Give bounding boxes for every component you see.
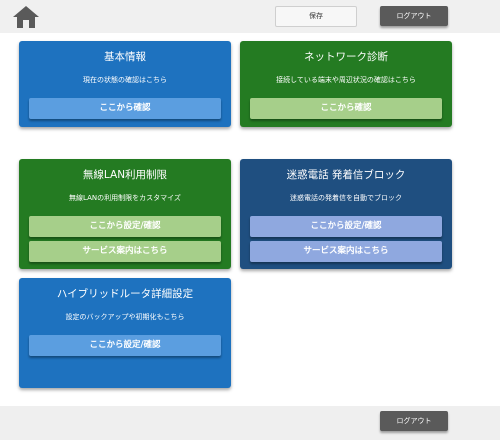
- confirm-button[interactable]: ここから確認: [29, 98, 221, 119]
- card-description: 設定のバックアップや初期化もこちら: [65, 313, 185, 321]
- card-description: 現在の状態の確認はこちら: [83, 76, 167, 84]
- card-description: 無線LANの利用制限をカスタマイズ: [69, 194, 181, 202]
- service-info-button[interactable]: サービス案内はこちら: [250, 241, 442, 262]
- home-icon[interactable]: [12, 5, 40, 29]
- card-description: 迷惑電話の発着信を自動でブロック: [290, 194, 402, 202]
- card-title: 無線LAN利用制限: [82, 169, 168, 181]
- save-button[interactable]: 保存: [275, 6, 357, 27]
- service-info-button[interactable]: サービス案内はこちら: [29, 241, 221, 262]
- logout-button-bottom[interactable]: ログアウト: [380, 411, 448, 431]
- setting-confirm-button[interactable]: ここから設定/確認: [250, 216, 442, 237]
- setting-confirm-button[interactable]: ここから設定/確認: [29, 216, 221, 237]
- card-wireless-lan-restriction: 無線LAN利用制限 無線LANの利用制限をカスタマイズ ここから設定/確認 サー…: [19, 159, 231, 269]
- setting-confirm-button[interactable]: ここから設定/確認: [29, 335, 221, 356]
- confirm-button[interactable]: ここから確認: [250, 98, 442, 119]
- card-title: ハイブリッドルータ詳細設定: [56, 288, 194, 300]
- card-title: 基本情報: [104, 51, 146, 63]
- card-network-diagnosis: ネットワーク診断 接続している端末や周辺状況の確認はこちら ここから確認: [240, 41, 452, 127]
- card-hybrid-router-settings: ハイブリッドルータ詳細設定 設定のバックアップや初期化もこちら ここから設定/確…: [19, 278, 231, 388]
- logout-button-top[interactable]: ログアウト: [380, 6, 448, 26]
- card-description: 接続している端末や周辺状況の確認はこちら: [276, 76, 416, 84]
- card-title: 迷惑電話 発着信ブロック: [286, 169, 406, 181]
- card-basic-info: 基本情報 現在の状態の確認はこちら ここから確認: [19, 41, 231, 127]
- card-title: ネットワーク診断: [304, 51, 388, 63]
- card-nuisance-call-block: 迷惑電話 発着信ブロック 迷惑電話の発着信を自動でブロック ここから設定/確認 …: [240, 159, 452, 269]
- top-bar: 保存 ログアウト: [0, 0, 500, 33]
